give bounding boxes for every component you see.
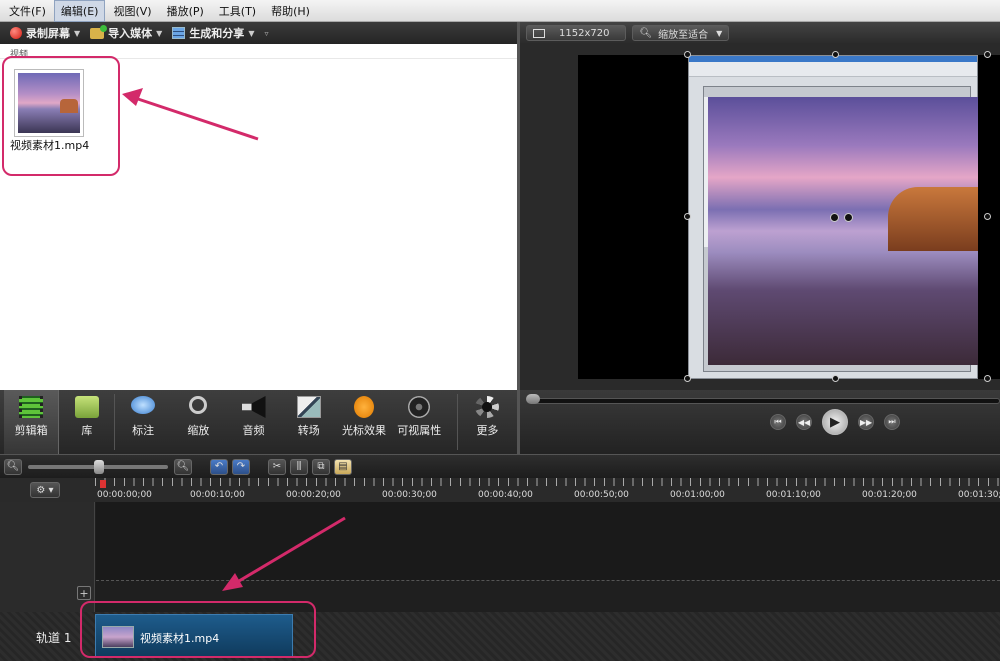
arrow-shape-bottom xyxy=(222,516,346,591)
camtasia-window: 文件(F) 编辑(E) 视图(V) 播放(P) 工具(T) 帮助(H) 录制屏幕… xyxy=(0,0,1000,661)
arrow-shape-top xyxy=(122,88,259,141)
annotation-arrow-top xyxy=(122,88,346,591)
